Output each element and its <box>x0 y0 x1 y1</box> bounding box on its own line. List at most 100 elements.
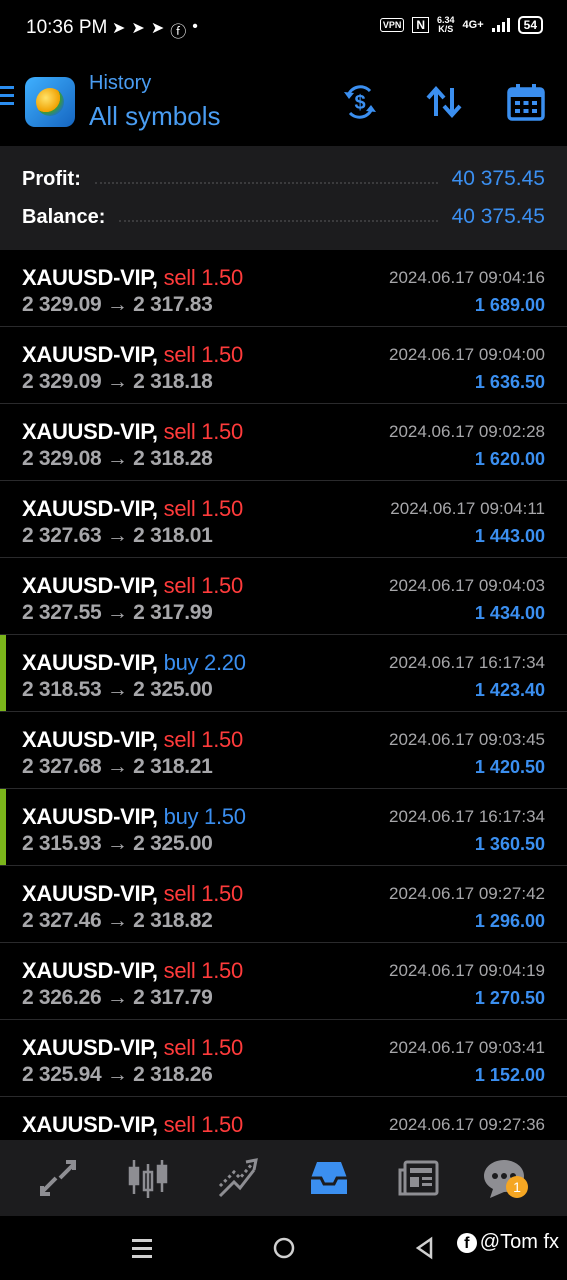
menu-icon[interactable] <box>0 86 14 110</box>
trade-row[interactable]: XAUUSD-VIP, buy 1.50 2 315.93 → 2 325.00 20… <box>0 789 567 866</box>
symbol-name: XAUUSD-VIP, <box>22 419 158 444</box>
symbol-name: XAUUSD-VIP, <box>22 496 158 521</box>
symbol-name: XAUUSD-VIP, <box>22 804 158 829</box>
trade-row[interactable]: XAUUSD-VIP, sell 1.50 2 325.94 → 2 318.26 2… <box>0 1020 567 1097</box>
trade-row[interactable]: XAUUSD-VIP, sell 1.50 2 329.09 → 2 317.83 2… <box>0 250 567 327</box>
close-price: 2 318.21 <box>133 755 213 778</box>
profit-row: Profit: 40 375.45 <box>22 164 545 194</box>
trade-symbol: XAUUSD-VIP, sell 1.50 <box>22 1112 243 1138</box>
trade-row[interactable]: XAUUSD-VIP, sell 1.50 2 327.55 → 2 317.99 2… <box>0 558 567 635</box>
arrow-icon: → <box>106 832 128 855</box>
trade-prices: 2 327.55 → 2 317.99 <box>22 601 213 625</box>
trade-side-volume: buy 1.50 <box>163 804 246 829</box>
trade-profit: 1 423.40 <box>474 680 545 700</box>
nfc-icon: N <box>412 17 429 33</box>
trade-symbol: XAUUSD-VIP, sell 1.50 <box>22 496 243 522</box>
trade-row[interactable]: XAUUSD-VIP, sell 1.50 2024.06.17 09:27:36 <box>0 1097 567 1140</box>
symbol-name: XAUUSD-VIP, <box>22 1112 158 1137</box>
trade-row[interactable]: XAUUSD-VIP, sell 1.50 2 326.26 → 2 317.79 2… <box>0 943 567 1020</box>
dollar-refresh-icon[interactable]: $ <box>340 82 380 122</box>
quotes-icon[interactable] <box>36 1156 80 1200</box>
watermark-text: @Tom fx <box>479 1231 559 1253</box>
trade-prices: 2 329.09 → 2 318.18 <box>22 370 213 394</box>
speed-unit: K/S <box>438 24 454 34</box>
news-icon[interactable] <box>397 1156 441 1200</box>
system-indicators: VPN N 6.34 K/S 4G+ 54 <box>379 16 543 34</box>
symbol-name: XAUUSD-VIP, <box>22 881 158 906</box>
trade-prices: 2 329.09 → 2 317.83 <box>22 293 213 317</box>
trade-time: 2024.06.17 09:04:03 <box>389 576 545 595</box>
trade-time: 2024.06.17 09:04:16 <box>389 268 545 287</box>
vpn-icon: VPN <box>379 18 405 32</box>
trade-profit: 1 636.50 <box>474 372 545 392</box>
trade-row[interactable]: XAUUSD-VIP, sell 1.50 2 327.68 → 2 318.21 2… <box>0 712 567 789</box>
trade-row[interactable]: XAUUSD-VIP, sell 1.50 2 329.09 → 2 318.18 2… <box>0 327 567 404</box>
back-icon[interactable] <box>413 1236 437 1260</box>
trade-symbol: XAUUSD-VIP, sell 1.50 <box>22 419 243 445</box>
symbol-name: XAUUSD-VIP, <box>22 342 158 367</box>
arrow-icon: → <box>106 370 128 393</box>
trade-symbol: XAUUSD-VIP, sell 1.50 <box>22 881 243 907</box>
arrow-icon: → <box>106 447 128 470</box>
trade-profit: 1 620.00 <box>474 449 545 469</box>
balance-row: Balance: 40 375.45 <box>22 202 545 232</box>
notification-icons: ➤ ➤ ➤ ⓕ • <box>112 18 198 42</box>
symbol-filter[interactable]: All symbols <box>89 101 220 132</box>
network-speed: 6.34 K/S <box>437 16 455 34</box>
balance-value: 40 375.45 <box>451 205 545 228</box>
trade-side-volume: sell 1.50 <box>163 419 244 444</box>
trade-prices: 2 315.93 → 2 325.00 <box>22 832 213 856</box>
dotted-leader <box>119 220 438 222</box>
trade-history-list[interactable]: XAUUSD-VIP, sell 1.50 2 329.09 → 2 317.83 2… <box>0 250 567 1140</box>
balance-label: Balance: <box>22 205 106 228</box>
trade-row[interactable]: XAUUSD-VIP, sell 1.50 2 327.46 → 2 318.82 2… <box>0 866 567 943</box>
telegram-icon: ➤ <box>150 20 165 37</box>
trade-row[interactable]: XAUUSD-VIP, buy 2.20 2 318.53 → 2 325.00 20… <box>0 635 567 712</box>
trade-time: 2024.06.17 09:04:00 <box>389 345 545 364</box>
trade-symbol: XAUUSD-VIP, sell 1.50 <box>22 342 243 368</box>
close-price: 2 325.00 <box>133 678 213 701</box>
close-price: 2 325.00 <box>133 832 213 855</box>
close-price: 2 317.99 <box>133 601 213 624</box>
profit-value: 40 375.45 <box>451 167 545 190</box>
close-price: 2 317.83 <box>133 293 213 316</box>
open-price: 2 327.46 <box>22 909 102 932</box>
profit-label: Profit: <box>22 167 81 190</box>
close-price: 2 318.26 <box>133 1063 213 1086</box>
trade-time: 2024.06.17 09:02:28 <box>389 422 545 441</box>
arrow-icon: → <box>106 909 128 932</box>
trade-side-volume: sell 1.50 <box>163 265 244 290</box>
open-price: 2 327.68 <box>22 755 102 778</box>
trade-time: 2024.06.17 16:17:34 <box>389 653 545 672</box>
close-price: 2 318.82 <box>133 909 213 932</box>
history-icon[interactable] <box>307 1156 351 1200</box>
trade-time: 2024.06.17 09:04:11 <box>390 499 545 518</box>
trade-profit: 1 360.50 <box>474 834 545 854</box>
sort-icon[interactable] <box>424 82 464 122</box>
close-price: 2 318.28 <box>133 447 213 470</box>
trade-side-volume: sell 1.50 <box>163 958 244 983</box>
trade-time: 2024.06.17 16:17:34 <box>389 807 545 826</box>
trade-prices: 2 318.53 → 2 325.00 <box>22 678 213 702</box>
trade-profit: 1 296.00 <box>474 911 545 931</box>
symbol-name: XAUUSD-VIP, <box>22 650 158 675</box>
arrow-icon: → <box>106 986 128 1009</box>
trade-side-volume: sell 1.50 <box>163 496 244 521</box>
chart-icon[interactable] <box>126 1156 170 1200</box>
recent-apps-icon[interactable] <box>130 1236 154 1260</box>
trade-profit: 1 434.00 <box>474 603 545 623</box>
open-price: 2 325.94 <box>22 1063 102 1086</box>
home-icon[interactable] <box>272 1236 296 1260</box>
trade-row[interactable]: XAUUSD-VIP, sell 1.50 2 329.08 → 2 318.28 2… <box>0 404 567 481</box>
arrow-icon: → <box>106 601 128 624</box>
trade-profit: 1 443.00 <box>474 526 545 546</box>
calendar-icon[interactable] <box>506 82 546 122</box>
trade-prices: 2 329.08 → 2 318.28 <box>22 447 213 471</box>
trade-symbol: XAUUSD-VIP, buy 1.50 <box>22 804 246 830</box>
open-price: 2 329.08 <box>22 447 102 470</box>
arrow-icon: → <box>106 293 128 316</box>
trade-icon[interactable] <box>216 1156 260 1200</box>
trade-row[interactable]: XAUUSD-VIP, sell 1.50 2 327.63 → 2 318.01 2… <box>0 481 567 558</box>
account-summary: Profit: 40 375.45 Balance: 40 375.45 <box>0 146 567 250</box>
trade-side-volume: sell 1.50 <box>163 342 244 367</box>
